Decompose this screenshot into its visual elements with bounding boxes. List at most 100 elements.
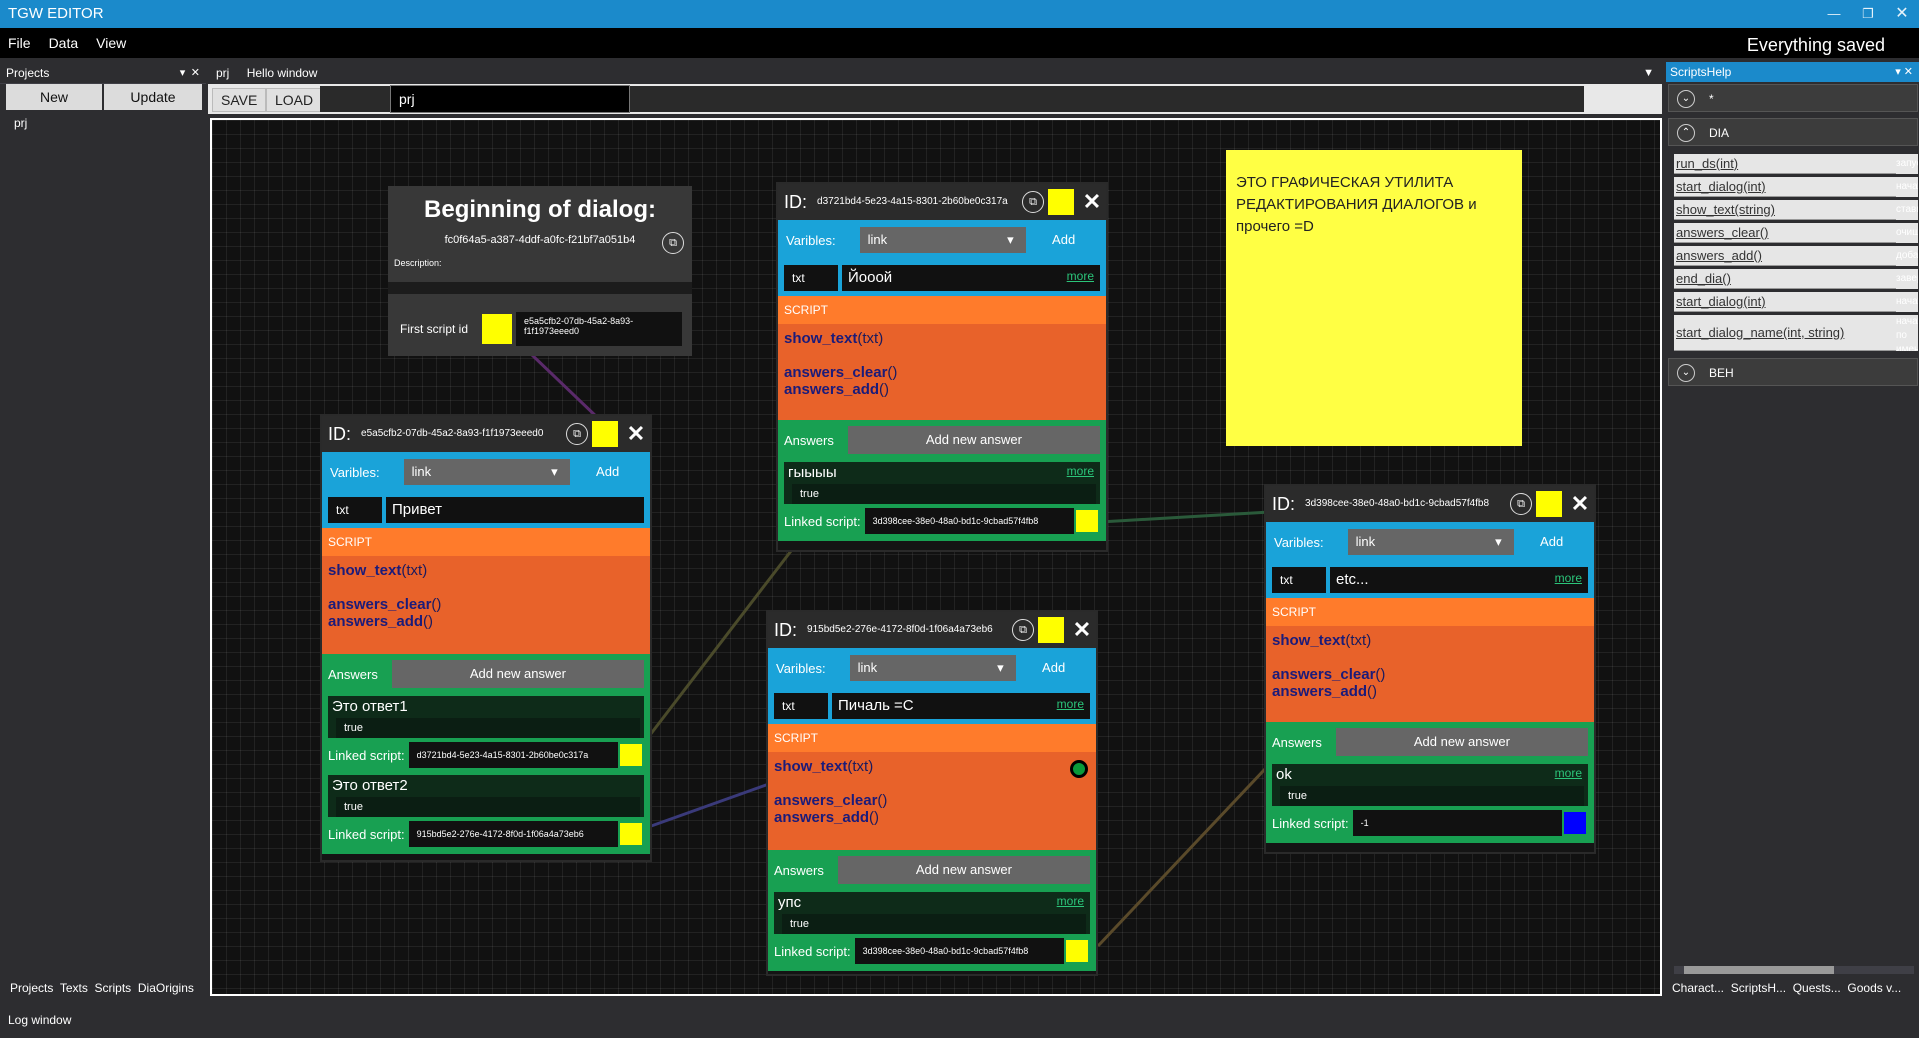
tab-goods[interactable]: Goods v... <box>1847 981 1901 995</box>
tab-scripts[interactable]: Scripts <box>95 981 132 995</box>
maximize-icon[interactable]: ❐ <box>1854 0 1882 28</box>
more-link[interactable]: more <box>1555 766 1582 780</box>
add-variable-button[interactable]: Add <box>1031 227 1096 253</box>
answer-condition[interactable]: true <box>792 484 1096 504</box>
chevron-up-icon[interactable]: ⌃ <box>1677 124 1695 142</box>
add-variable-button[interactable]: Add <box>1519 529 1584 555</box>
help-item[interactable]: answers_add() добавляет <box>1674 246 1918 266</box>
doc-tab-hello[interactable]: Hello window <box>247 66 318 80</box>
script-body[interactable]: show_text(txt) answers_clear() answers_add… <box>778 324 1106 420</box>
copy-icon[interactable]: ⧉ <box>566 423 588 445</box>
tabs-dropdown-icon[interactable]: ▼ <box>1643 62 1654 84</box>
menu-view[interactable]: View <box>96 35 126 51</box>
answer-condition[interactable]: true <box>336 797 640 817</box>
tab-texts[interactable]: Texts <box>60 981 88 995</box>
help-item[interactable]: start_dialog_name(int, string) начать по … <box>1674 315 1918 351</box>
help-item[interactable]: end_dia() завершает <box>1674 269 1918 289</box>
copy-icon[interactable]: ⧉ <box>1012 619 1034 641</box>
text-value[interactable]: etc... more <box>1330 567 1588 593</box>
answer-item[interactable]: гыыыы more true <box>784 462 1100 504</box>
more-link[interactable]: more <box>1057 691 1084 717</box>
answer-condition[interactable]: true <box>1280 786 1584 806</box>
answer-condition[interactable]: true <box>782 914 1086 934</box>
more-link[interactable]: more <box>1057 894 1084 908</box>
description-field[interactable] <box>388 282 692 294</box>
add-answer-button[interactable]: Add new answer <box>847 426 1100 454</box>
add-answer-button[interactable]: Add new answer <box>1335 728 1588 756</box>
log-window-tab[interactable]: Log window <box>8 1010 71 1030</box>
menu-file[interactable]: File <box>8 35 31 51</box>
help-scrollbar[interactable] <box>1674 966 1914 974</box>
output-connector[interactable] <box>620 823 642 845</box>
chevron-down-icon[interactable]: ⌄ <box>1677 364 1695 382</box>
panel-pin-close-icon[interactable]: ▾ ✕ <box>1895 62 1913 82</box>
variable-select[interactable]: link <box>859 227 1026 253</box>
tab-projects[interactable]: Projects <box>10 981 53 995</box>
answer-item[interactable]: Это ответ1 true <box>328 696 644 738</box>
answer-condition[interactable]: true <box>336 718 640 738</box>
sticky-note[interactable]: ЭТО ГРАФИЧЕСКАЯ УТИЛИТА РЕДАКТИРОВАНИЯ Д… <box>1226 150 1522 446</box>
tab-characters[interactable]: Charact... <box>1672 981 1724 995</box>
tab-quests[interactable]: Quests... <box>1793 981 1841 995</box>
help-group-star[interactable]: ⌄ * <box>1668 84 1918 112</box>
script-body[interactable]: show_text(txt) answers_clear() answers_add… <box>768 752 1096 850</box>
project-item-prj[interactable]: prj <box>14 116 27 130</box>
tab-diaorigins[interactable]: DiaOrigins <box>138 981 194 995</box>
first-script-connector[interactable] <box>482 314 512 344</box>
chevron-down-icon[interactable]: ⌄ <box>1677 90 1695 108</box>
add-answer-button[interactable]: Add new answer <box>391 660 644 688</box>
answer-item[interactable]: упс more true <box>774 892 1090 934</box>
copy-icon[interactable]: ⧉ <box>1022 191 1044 213</box>
answer-item[interactable]: ok more true <box>1272 764 1588 806</box>
variable-select[interactable]: link <box>1347 529 1514 555</box>
new-project-button[interactable]: New <box>6 84 102 110</box>
answer-item[interactable]: Это ответ2 true <box>328 775 644 817</box>
input-connector[interactable] <box>1038 617 1064 643</box>
script-node-3[interactable]: ID: 915bd5e2-276e-4172-8f0d-1f06a4a73eb6 ⧉… <box>766 610 1098 976</box>
delete-node-icon[interactable]: ✕ <box>1566 490 1594 518</box>
script-node-2[interactable]: ID: d3721bd4-5e23-4a15-8301-2b60be0c317a ⧉… <box>776 182 1108 552</box>
tab-scriptshelp[interactable]: ScriptsH... <box>1731 981 1786 995</box>
help-item[interactable]: answers_clear() очищает <box>1674 223 1918 243</box>
script-body[interactable]: show_text(txt) answers_clear() answers_add… <box>1266 626 1594 722</box>
panel-pin-close-icon[interactable]: ▾ ✕ <box>180 62 200 84</box>
text-value[interactable]: Йооой more <box>842 265 1100 291</box>
variable-select[interactable]: link <box>849 655 1016 681</box>
load-button[interactable]: LOAD <box>266 88 323 112</box>
input-connector[interactable] <box>592 421 618 447</box>
text-value[interactable]: Пичаль =С more <box>832 693 1090 719</box>
delete-node-icon[interactable]: ✕ <box>1078 188 1106 216</box>
minimize-icon[interactable]: — <box>1820 0 1848 28</box>
output-connector[interactable] <box>1564 812 1586 834</box>
beginning-node[interactable]: Beginning of dialog: fc0f64a5-a387-4ddf-… <box>388 186 692 356</box>
output-connector[interactable] <box>620 744 642 766</box>
doc-tab-prj[interactable]: prj <box>216 66 229 80</box>
help-item[interactable]: start_dialog(int) начать <box>1674 292 1918 312</box>
more-link[interactable]: more <box>1067 464 1094 478</box>
variable-select[interactable]: link <box>403 459 570 485</box>
copy-icon[interactable]: ⧉ <box>1510 493 1532 515</box>
project-name-input[interactable] <box>390 85 630 113</box>
add-answer-button[interactable]: Add new answer <box>837 856 1090 884</box>
script-node-4[interactable]: ID: 3d398cee-38e0-48a0-bd1c-9cbad57f4fb8 ⧉… <box>1264 484 1596 854</box>
more-link[interactable]: more <box>1555 565 1582 591</box>
add-variable-button[interactable]: Add <box>1021 655 1086 681</box>
input-connector[interactable] <box>1048 189 1074 215</box>
delete-node-icon[interactable]: ✕ <box>622 420 650 448</box>
close-icon[interactable]: ✕ <box>1888 0 1916 28</box>
menu-data[interactable]: Data <box>49 35 79 51</box>
script-node-1[interactable]: ID: e5a5cfb2-07db-45a2-8a93-f1f1973eeed0 ⧉… <box>320 414 652 862</box>
delete-node-icon[interactable]: ✕ <box>1068 616 1096 644</box>
more-link[interactable]: more <box>1067 263 1094 289</box>
help-item[interactable]: start_dialog(int) начать <box>1674 177 1918 197</box>
text-value[interactable]: Привет <box>386 497 644 523</box>
help-item[interactable]: run_ds(int) запуск <box>1674 154 1918 174</box>
help-group-dia[interactable]: ⌃ DIA <box>1668 118 1918 146</box>
help-scrollbar-thumb[interactable] <box>1684 966 1834 974</box>
copy-icon[interactable]: ⧉ <box>662 232 684 254</box>
output-connector[interactable] <box>1066 940 1088 962</box>
script-body[interactable]: show_text(txt) answers_clear() answers_add… <box>322 556 650 654</box>
help-item[interactable]: show_text(string) ставит <box>1674 200 1918 220</box>
output-connector[interactable] <box>1076 510 1098 532</box>
input-connector[interactable] <box>1536 491 1562 517</box>
